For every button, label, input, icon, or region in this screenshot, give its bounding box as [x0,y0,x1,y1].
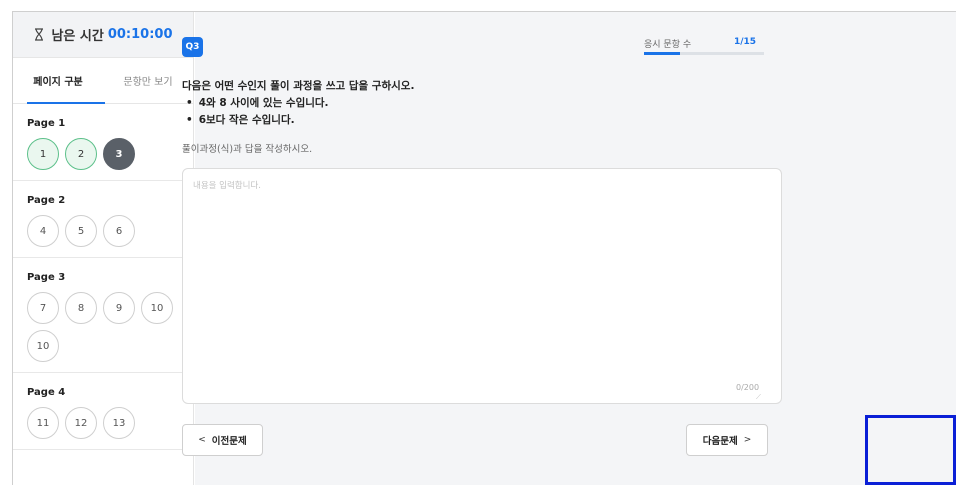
progress-label: 응시 문항 수 [644,40,692,50]
page-label: Page 3 [27,272,66,283]
question-number-button[interactable]: 4 [27,215,59,247]
question-title: 다음은 어떤 수인지 풀이 과정을 쓰고 답을 구하시오. [182,80,415,92]
page-group: Page 1 123 [13,104,193,181]
next-question-label: 다음문제 [702,436,738,447]
char-count: 0/200 [736,383,760,392]
condition-item: 4와 8 사이에 있는 수입니다. [182,95,414,112]
answer-input[interactable] [183,169,781,403]
question-number-list: 123 [27,138,187,170]
question-number-badge: Q3 [182,37,203,57]
next-question-button[interactable]: 다음문제 > [686,424,768,456]
question-number-button[interactable]: 5 [65,215,97,247]
question-number-list: 7 8 9 10 10 [27,292,187,362]
active-tab-indicator [27,102,105,104]
question-number-list: 456 [27,215,187,247]
question-number-button[interactable]: 7 [27,292,59,324]
page-list: Page 1 1 2 3 Page 2 4 5 6 Page 3 7 8 9 10 10 Page 4 11 1… [13,104,193,450]
page-group: Page 3 7 8 9 10 10 [13,258,193,373]
progress-count: 1/15 [734,37,757,47]
question-number-button[interactable]: 13 [103,407,135,439]
question-navigator: 남은 시간 00:10:00 페이지 구분 문항만 보기 Page 1 1 2 3 Pa… [13,12,194,485]
tab-by-page[interactable]: 페이지 구분 [13,58,103,103]
question-number-button[interactable]: 3 [103,138,135,170]
answer-instruction: 풀이과정(식)과 답을 작성하시오. [182,144,313,155]
question-number-button[interactable]: 8 [65,292,97,324]
answer-box [182,168,782,404]
question-number-button[interactable]: 12 [65,407,97,439]
previous-question-label: 이전문제 [211,436,247,447]
page-label: Page 4 [27,387,66,398]
progress-bar [644,52,764,55]
hourglass-icon [35,28,44,41]
condition-item: 6보다 작은 수입니다. [182,112,414,129]
question-number-list: 11 12 13 [27,407,187,439]
question-number-button[interactable]: 1 [27,138,59,170]
chevron-left-icon: < [198,435,206,445]
question-number-button[interactable]: 9 [103,292,135,324]
page-label: Page 1 [27,118,66,129]
question-text: 다음은 어떤 수인지 풀이 과정을 쓰고 답을 구하시오. 4와 8 사이에 있… [182,78,414,129]
question-number-button[interactable]: 10 [141,292,173,324]
progress-bar-fill [644,52,680,55]
timer-label: 남은 시간 [51,29,104,44]
condition-list: 4와 8 사이에 있는 수입니다. 6보다 작은 수입니다. [182,95,414,129]
tab-questions-only[interactable]: 문항만 보기 [103,58,193,103]
page-group: Page 2 456 [13,181,193,258]
resize-handle-icon[interactable]: ⟋ [756,393,761,402]
previous-question-button[interactable]: < 이전문제 [182,424,263,456]
page-label: Page 2 [27,195,66,206]
page-group: Page 4 11 12 13 [13,373,193,450]
question-number-button[interactable]: 2 [65,138,97,170]
view-tabs: 페이지 구분 문항만 보기 [13,58,193,104]
timer-value: 00:10:00 [107,27,173,42]
timer: 남은 시간 00:10:00 [13,12,193,58]
chevron-right-icon: > [743,435,752,445]
question-number-button[interactable]: 10 [27,330,59,362]
question-number-button[interactable]: 6 [103,215,135,247]
question-number-button[interactable]: 11 [27,407,59,439]
